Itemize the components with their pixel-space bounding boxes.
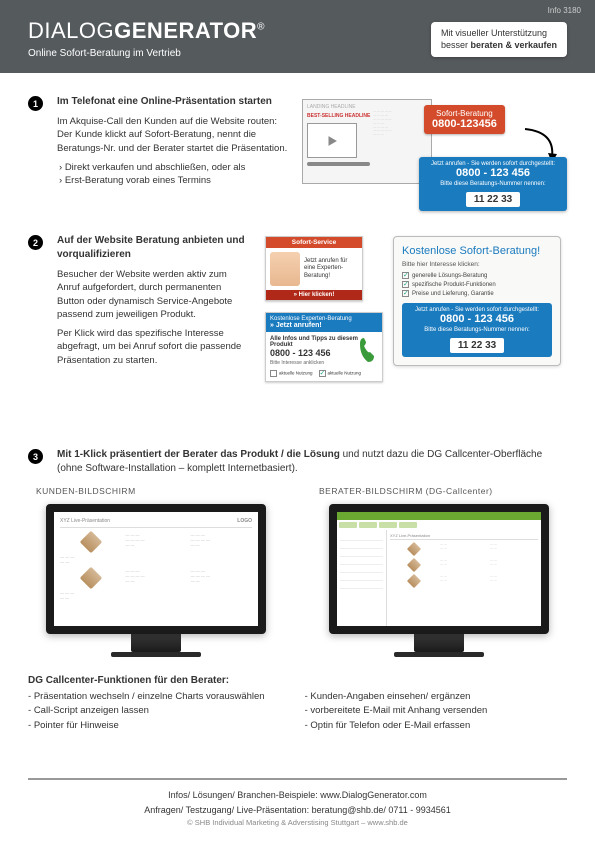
f2: Call-Script anzeigen lassen xyxy=(28,704,265,718)
badge-line1: Mit visueller Unterstützung xyxy=(441,28,557,40)
product-icon xyxy=(79,567,102,590)
w1-text: Jetzt anrufen für eine Experten-Beratung… xyxy=(304,258,358,280)
cb2-l2: Bitte diese Beratungs-Nummer nennen: xyxy=(406,327,548,333)
s3-title: Mit 1-Klick präsentiert der Berater das … xyxy=(57,448,567,476)
monitors-row: KUNDEN-BILDSCHIRM XYZ Live-Präsentation L… xyxy=(28,486,567,657)
section-2: 2 Auf der Website Beratung anbieten und … xyxy=(28,234,567,424)
funcs-title: DG Callcenter-Funktionen für den Berater… xyxy=(28,675,567,686)
brand-light: DIALOG xyxy=(28,18,114,43)
w2-l2[interactable]: » Jetzt anrufen! xyxy=(270,322,378,329)
b-title: XYZ Live-Präsentation xyxy=(390,533,538,540)
s2-illustration: Sofort-Service Jetzt anrufen für eine Ex… xyxy=(261,234,561,424)
product-icon xyxy=(407,542,421,556)
video-mock: LANDING HEADLINE BEST-SELLING HEADLINE —… xyxy=(302,99,432,184)
opt-2[interactable]: spezifische Produkt-Funktionen xyxy=(402,281,552,288)
s2-p1: Besucher der Website werden aktiv zum An… xyxy=(57,268,247,321)
content: 1 Im Telefonat eine Online-Präsentation … xyxy=(0,73,595,747)
widget-sofort-service[interactable]: Sofort-Service Jetzt anrufen für eine Ex… xyxy=(265,236,363,301)
s1-title: Im Telefonat eine Online-Präsentation st… xyxy=(57,95,288,109)
cb1-l2: Bitte diese Beratungs-Nummer nennen: xyxy=(423,181,563,187)
funcs-col2: Kunden-Angaben einsehen/ ergänzen vorber… xyxy=(305,690,488,733)
s1-b2: Erst-Beratung vorab eines Termins xyxy=(59,174,288,187)
w1-cta[interactable]: » Hier klicken! xyxy=(266,290,362,300)
step-number-1: 1 xyxy=(28,96,43,111)
cb1-phone: 0800 - 123 456 xyxy=(423,167,563,179)
opt-1[interactable]: generelle Lösungs-Beratung xyxy=(402,272,552,279)
check-icon xyxy=(402,272,409,279)
product-icon xyxy=(407,574,421,588)
info-tag: Info 3180 xyxy=(548,6,581,15)
badge-line2: besser beraten & verkaufen xyxy=(441,40,557,52)
footer-l1: Infos/ Lösungen/ Branchen-Beispiele: www… xyxy=(28,788,567,802)
play-icon xyxy=(307,123,357,158)
s2-p2: Per Klick wird das spezifische Interesse… xyxy=(57,327,247,367)
mon1-label: KUNDEN-BILDSCHIRM xyxy=(36,486,276,496)
s2-title: Auf der Website Beratung anbieten und vo… xyxy=(57,234,247,262)
footer-l2: Anfragen/ Testzugang/ Live-Präsentation:… xyxy=(28,803,567,817)
check-icon xyxy=(402,281,409,288)
funcs-col1: Präsentation wechseln / einzelne Charts … xyxy=(28,690,265,733)
brand-reg: ® xyxy=(257,22,265,33)
product-icon xyxy=(407,558,421,572)
sofort-phone: 0800-123456 xyxy=(432,118,497,130)
cb2-code: 11 22 33 xyxy=(450,338,504,353)
f4: Kunden-Angaben einsehen/ ergänzen xyxy=(305,690,488,704)
monitor-customer: XYZ Live-PräsentationLOGO — — —— — — — —… xyxy=(46,504,266,657)
checkbox-1[interactable] xyxy=(270,370,277,377)
cb1-code: 11 22 33 xyxy=(466,192,520,207)
panel-sofort-beratung: Kostenlose Sofort-Beratung! Bitte hier I… xyxy=(393,236,561,366)
f6: Optin für Telefon oder E-Mail erfassen xyxy=(305,719,488,733)
panel-sub: Bitte hier Interesse klicken: xyxy=(402,261,552,268)
k-logo: LOGO xyxy=(237,518,252,524)
s1-p1: Im Akquise-Call den Kunden auf die Websi… xyxy=(57,115,288,155)
phone-icon xyxy=(358,336,378,364)
callcenter-functions: DG Callcenter-Funktionen für den Berater… xyxy=(28,675,567,733)
section-3-head: 3 Mit 1-Klick präsentiert der Berater da… xyxy=(28,448,567,476)
opt-3[interactable]: Preise und Lieferung, Garantie xyxy=(402,290,552,297)
s1-b1: Direkt verkaufen und abschließen, oder a… xyxy=(59,161,288,174)
s1-illustration: LANDING HEADLINE BEST-SELLING HEADLINE —… xyxy=(302,95,567,210)
k-title: XYZ Live-Präsentation xyxy=(60,518,110,524)
call-box-1: Jetzt anrufen - Sie werden sofort durchg… xyxy=(419,157,567,211)
customer-screen-col: KUNDEN-BILDSCHIRM XYZ Live-Präsentation L… xyxy=(36,486,276,657)
call-box-2: Jetzt anrufen - Sie werden sofort durchg… xyxy=(402,303,552,357)
agent-photo-icon xyxy=(270,252,300,286)
agent-screen-col: BERATER-BILDSCHIRM (DG-Callcenter) XYZ L… xyxy=(319,486,559,657)
header-badge: Mit visueller Unterstützung besser berat… xyxy=(431,22,567,57)
brand-bold: GENERATOR xyxy=(114,18,257,43)
w1-header: Sofort-Service xyxy=(266,237,362,248)
footer-copyright: © SHB Individual Marketing & Adverstisin… xyxy=(28,817,567,829)
f3: Pointer für Hinweise xyxy=(28,719,265,733)
step-number-2: 2 xyxy=(28,235,43,250)
section-1: 1 Im Telefonat eine Online-Präsentation … xyxy=(28,95,567,210)
sofort-title: Sofort-Beratung xyxy=(432,109,497,118)
product-icon xyxy=(79,531,102,554)
f1: Präsentation wechseln / einzelne Charts … xyxy=(28,690,265,704)
sofort-button[interactable]: Sofort-Beratung 0800-123456 xyxy=(424,105,505,134)
s2-text: Auf der Website Beratung anbieten und vo… xyxy=(57,234,247,424)
widget-experten-beratung[interactable]: Kostenlose Experten-Beratung » Jetzt anr… xyxy=(265,312,383,382)
check-icon xyxy=(402,290,409,297)
footer: Infos/ Lösungen/ Branchen-Beispiele: www… xyxy=(28,778,567,829)
monitor-agent: XYZ Live-Präsentation — —— —— —— — — —— … xyxy=(329,504,549,657)
checkbox-2[interactable] xyxy=(319,370,326,377)
vid-headline: BEST-SELLING HEADLINE xyxy=(307,113,370,119)
step-number-3: 3 xyxy=(28,449,43,464)
header: Info 3180 DIALOGGENERATOR® Online Sofort… xyxy=(0,0,595,73)
s1-text: Im Telefonat eine Online-Präsentation st… xyxy=(57,95,288,210)
mon2-label: BERATER-BILDSCHIRM (DG-Callcenter) xyxy=(319,486,559,496)
panel-title: Kostenlose Sofort-Beratung! xyxy=(402,245,552,257)
f5: vorbereitete E-Mail mit Anhang versenden xyxy=(305,704,488,718)
cb2-phone: 0800 - 123 456 xyxy=(406,313,548,325)
